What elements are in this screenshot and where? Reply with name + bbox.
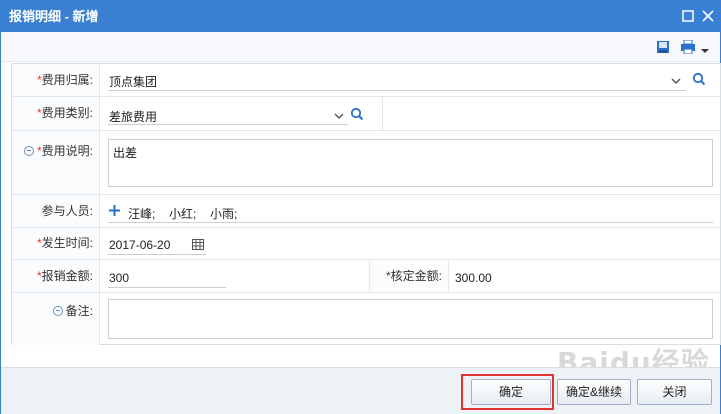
reimburse-amount-label: *报销金额:	[12, 260, 100, 292]
window-title: 报销明细 - 新增	[9, 9, 99, 24]
expense-owner-field[interactable]	[108, 90, 686, 91]
reimburse-amount-value[interactable]: 300	[109, 271, 129, 285]
row-expense-owner: *费用归属: 顶点集团	[12, 64, 720, 97]
row-amounts: *报销金额: 300 *核定金额: 300.00	[12, 260, 720, 293]
participant-item[interactable]: 汪峰;	[128, 205, 155, 222]
chevron-down-icon[interactable]	[334, 110, 344, 124]
approved-amount-value: 300.00	[455, 271, 492, 285]
expense-owner-label-text: 费用归属:	[41, 73, 93, 87]
expense-description-textarea[interactable]: 出差	[108, 139, 713, 187]
collapse-icon[interactable]	[23, 146, 34, 156]
reimburse-amount-field[interactable]	[108, 287, 226, 288]
expense-owner-value[interactable]: 顶点集团	[109, 73, 157, 90]
row-occurrence-date: *发生时间: 2017-06-20	[12, 228, 720, 260]
print-icon[interactable]	[681, 39, 699, 57]
occurrence-date-label-text: 发生时间:	[41, 236, 93, 250]
print-dropdown-icon[interactable]	[701, 44, 709, 58]
approved-amount-label-text: 核定金额:	[390, 269, 442, 283]
maximize-icon[interactable]	[681, 9, 695, 23]
participant-item[interactable]: 小雨;	[210, 205, 237, 222]
occurrence-date-value[interactable]: 2017-06-20	[109, 238, 170, 252]
approved-amount-label: *核定金额:	[369, 260, 449, 292]
participants-label: 参与人员:	[12, 195, 100, 227]
add-participant-icon[interactable]	[109, 205, 120, 219]
save-icon[interactable]	[656, 40, 670, 57]
row-remarks: 备注:	[12, 293, 720, 345]
remarks-label: 备注:	[12, 293, 100, 345]
chevron-down-icon[interactable]	[671, 75, 681, 89]
row-expense-category: *费用类别: 差旅费用	[12, 97, 720, 131]
expense-category-label-text: 费用类别:	[41, 106, 93, 120]
confirm-continue-button[interactable]: 确定&继续	[557, 379, 631, 405]
close-icon[interactable]	[701, 9, 715, 23]
confirm-highlight-box	[461, 374, 554, 410]
expense-category-value[interactable]: 差旅费用	[109, 108, 157, 125]
search-icon[interactable]	[350, 107, 364, 124]
reimburse-amount-label-text: 报销金额:	[41, 269, 93, 283]
remarks-textarea[interactable]	[108, 299, 713, 339]
remarks-label-text: 备注:	[65, 304, 93, 318]
participants-label-text: 参与人员:	[41, 204, 93, 218]
close-button[interactable]: 关闭	[637, 379, 712, 405]
collapse-icon[interactable]	[52, 306, 63, 316]
title-bar[interactable]: 报销明细 - 新增	[1, 1, 720, 32]
expense-description-value: 出差	[113, 146, 138, 160]
expense-category-label: *费用类别:	[12, 97, 100, 130]
calendar-icon[interactable]	[192, 238, 204, 253]
occurrence-date-field[interactable]	[108, 254, 206, 255]
expense-description-label: *费用说明:	[12, 131, 100, 194]
expense-form: *费用归属: 顶点集团 *费用类别: 差旅费用 *费用说明: 出差 参与人员: …	[11, 63, 721, 345]
divider	[382, 97, 383, 130]
expense-category-field[interactable]	[108, 124, 348, 125]
search-icon[interactable]	[692, 72, 706, 89]
dialog-window: 报销明细 - 新增 *费用归属: 顶点集团 *费用类别: 差旅费用 *费用说明:…	[0, 0, 721, 414]
expense-description-label-text: 费用说明:	[41, 144, 93, 158]
participant-item[interactable]: 小红;	[169, 205, 196, 222]
expense-owner-label: *费用归属:	[12, 64, 100, 96]
row-participants: 参与人员: 汪峰; 小红; 小雨;	[12, 195, 720, 228]
toolbar	[1, 32, 720, 62]
occurrence-date-label: *发生时间:	[12, 228, 100, 259]
row-expense-description: *费用说明: 出差	[12, 131, 720, 195]
participants-field[interactable]	[108, 222, 713, 223]
dialog-footer: 确定 确定&继续 关闭	[1, 367, 720, 414]
